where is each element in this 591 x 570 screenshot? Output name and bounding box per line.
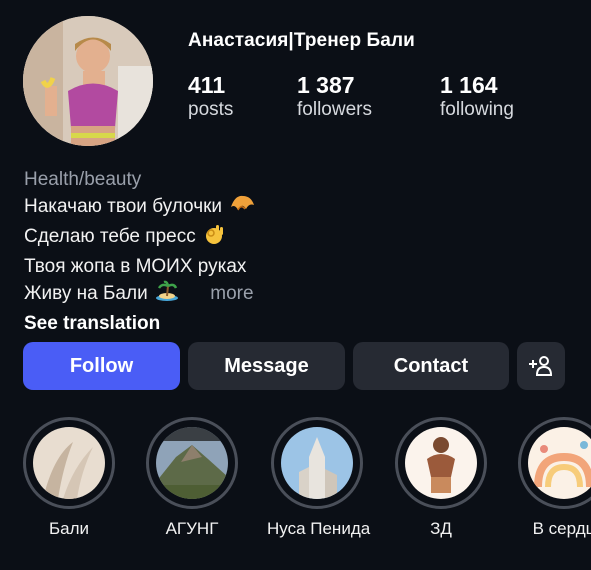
bio-line-text: Сделаю тебе пресс (24, 226, 196, 247)
stat-followers-label: followers (297, 99, 372, 120)
contact-button[interactable]: Contact (353, 342, 509, 390)
stat-posts-count: 411 (188, 72, 226, 98)
follow-button[interactable]: Follow (23, 342, 180, 390)
stat-following-label: following (440, 99, 514, 120)
stat-posts[interactable]: 411 posts (188, 72, 233, 122)
highlight-item[interactable]: Бали (19, 417, 119, 539)
add-user-button[interactable] (517, 342, 565, 390)
add-user-icon (529, 356, 553, 376)
bio-line-text: Живу на Бали (24, 283, 148, 304)
highlight-label: ЗД (430, 519, 452, 538)
stat-followers[interactable]: 1 387 followers (297, 72, 372, 122)
profile-bio: Health/beauty Накачаю твои булочки Сдела… (24, 166, 564, 337)
highlight-ring (395, 417, 487, 509)
highlight-cover (281, 427, 353, 499)
bio-line: Сделаю тебе пресс (24, 223, 564, 253)
highlight-ring (146, 417, 238, 509)
ok-hand-emoji-icon (203, 223, 225, 253)
croissant-emoji-icon (229, 193, 255, 223)
bio-more-link[interactable]: more (210, 283, 253, 304)
bio-line: Накачаю твои булочки (24, 193, 564, 223)
bio-category: Health/beauty (24, 169, 142, 190)
see-translation-link[interactable]: See translation (24, 310, 564, 337)
desert-island-emoji-icon (155, 280, 179, 310)
highlight-label: Нуса Пенида (267, 519, 371, 538)
avatar-photo (23, 16, 153, 146)
highlight-cover (156, 427, 228, 499)
bio-line: Живу на Бали more (24, 280, 564, 310)
profile-username: Анастасия|Тренер Бали (188, 30, 415, 51)
stat-following-count: 1 164 (440, 72, 498, 98)
highlight-cover (405, 427, 477, 499)
highlight-item[interactable]: АГУНГ (142, 417, 242, 539)
highlight-label: В сердц (532, 519, 591, 538)
highlight-ring (271, 417, 363, 509)
highlight-label: АГУНГ (165, 519, 219, 538)
bio-line-text: Накачаю твои булочки (24, 196, 223, 217)
bio-line: Твоя жопа в МОИХ руках (24, 253, 564, 280)
highlight-item[interactable]: Нуса Пенида (267, 417, 371, 539)
stat-following[interactable]: 1 164 following (440, 72, 514, 122)
highlight-item[interactable]: ЗД (391, 417, 491, 539)
highlight-label: Бали (48, 519, 90, 538)
stat-followers-count: 1 387 (297, 72, 355, 98)
message-button[interactable]: Message (188, 342, 345, 390)
profile-avatar[interactable] (23, 16, 153, 146)
bio-line-text: Твоя жопа в МОИХ руках (24, 256, 247, 277)
highlight-ring (518, 417, 591, 509)
highlight-cover (33, 427, 105, 499)
highlight-item[interactable]: В сердц (514, 417, 591, 539)
highlight-cover (528, 427, 591, 499)
highlight-ring (23, 417, 115, 509)
stat-posts-label: posts (188, 99, 234, 120)
